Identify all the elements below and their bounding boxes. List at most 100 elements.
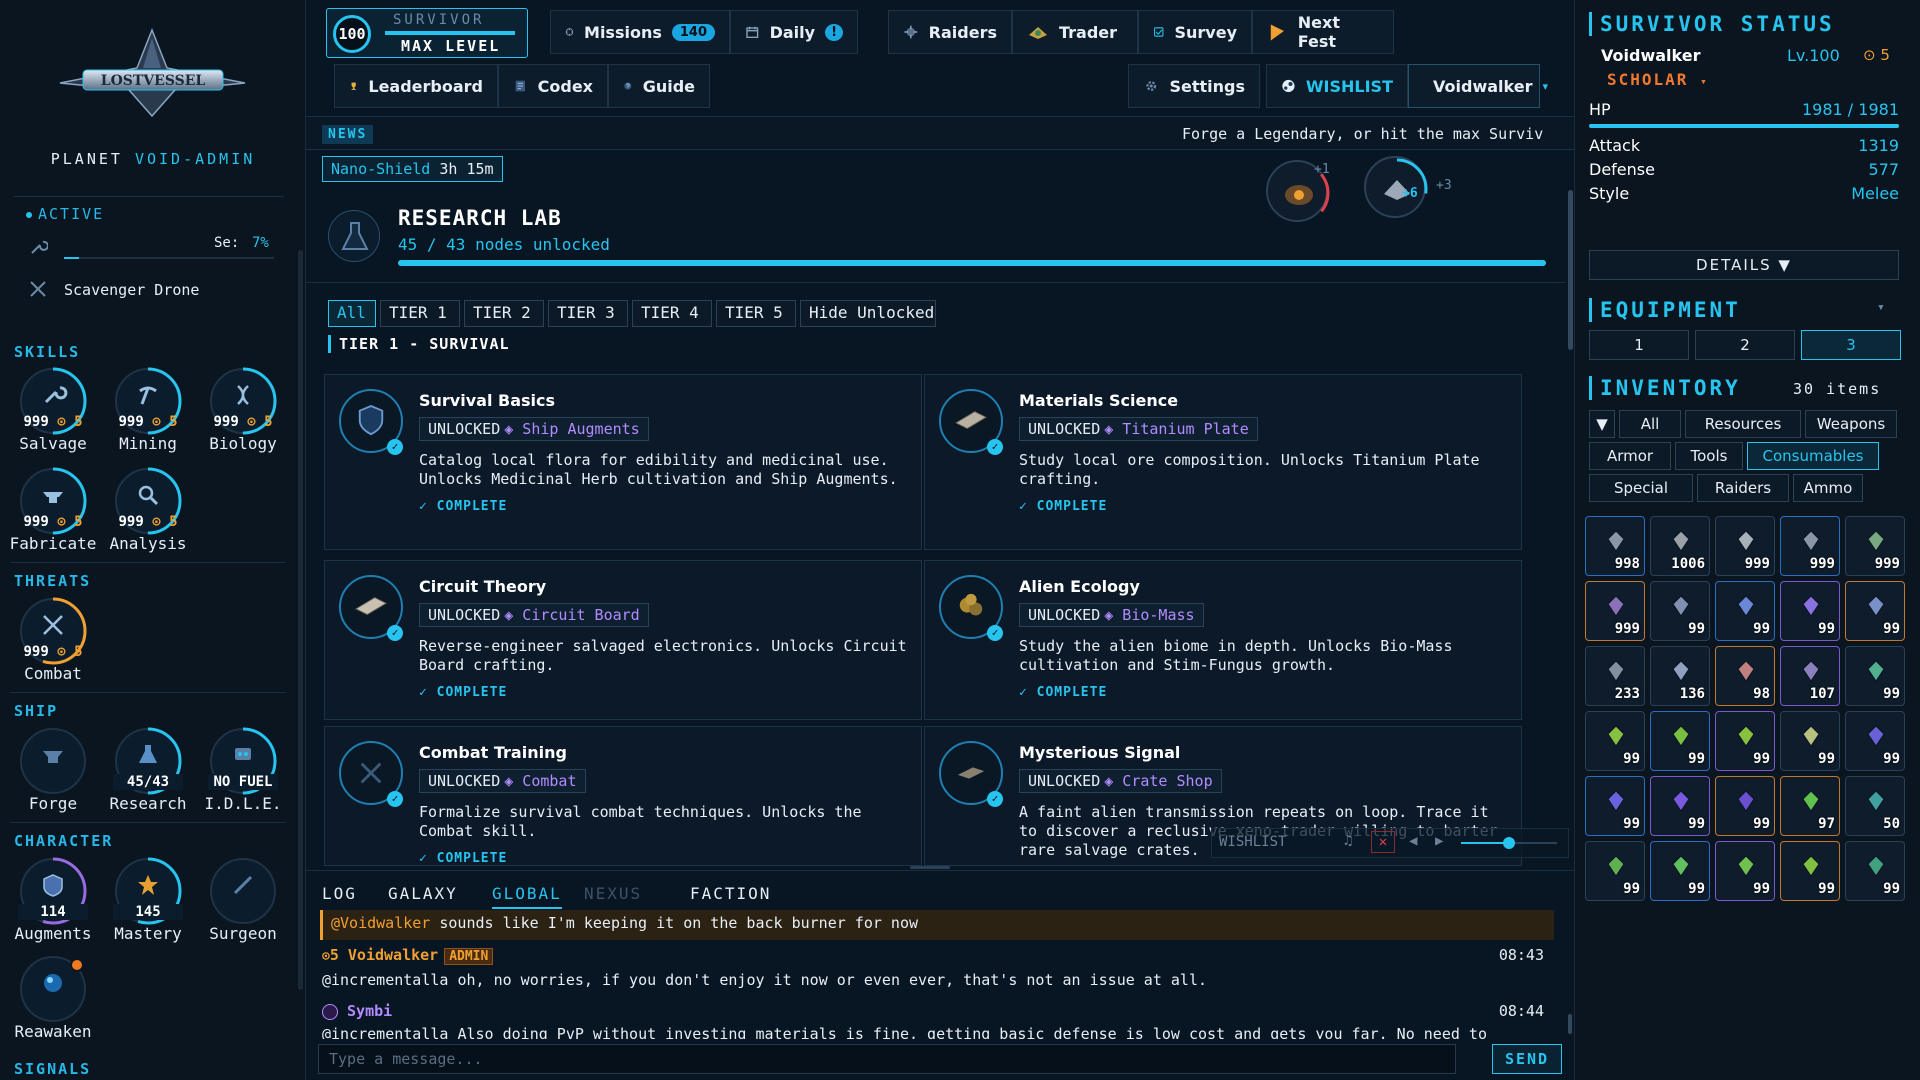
skill-research[interactable]: 45/43 Research: [103, 726, 193, 813]
volume-slider[interactable]: [1461, 837, 1557, 849]
inventory-slot[interactable]: 99: [1585, 776, 1645, 836]
inventory-slot[interactable]: 1006: [1650, 516, 1710, 576]
loadout-tab-2[interactable]: 2: [1695, 330, 1795, 360]
inventory-slot[interactable]: 99: [1650, 581, 1710, 641]
send-button[interactable]: SEND: [1492, 1044, 1562, 1074]
loadout-tab-3[interactable]: 3: [1801, 330, 1901, 360]
inventory-filter-tools[interactable]: Tools: [1675, 442, 1743, 470]
details-button[interactable]: DETAILS ▼: [1589, 250, 1899, 280]
inventory-filter-consumables[interactable]: Consumables: [1747, 442, 1879, 470]
loadout-tab-1[interactable]: 1: [1589, 330, 1689, 360]
inventory-slot[interactable]: 99: [1845, 711, 1905, 771]
survey-button[interactable]: Survey: [1138, 10, 1252, 54]
inventory-slot[interactable]: 136: [1650, 646, 1710, 706]
tier-tab-all[interactable]: All: [328, 300, 376, 327]
tier-tab-tier-5[interactable]: TIER 5: [716, 300, 796, 327]
chat-tab-log[interactable]: LOG: [322, 884, 357, 903]
inventory-filter-armor[interactable]: Armor: [1589, 442, 1671, 470]
level-badge[interactable]: 100 SURVIVOR MAX LEVEL: [326, 8, 528, 58]
inventory-slot[interactable]: 99: [1585, 711, 1645, 771]
guide-button[interactable]: Guide: [608, 64, 710, 108]
sidebar-scrollbar[interactable]: [298, 250, 303, 990]
daily-button[interactable]: Daily!: [730, 10, 858, 54]
research-card[interactable]: ✓ Alien Ecology UNLOCKED ◈ Bio-Mass Study th…: [924, 560, 1522, 720]
inventory-slot[interactable]: 99: [1650, 841, 1710, 901]
inventory-filter-weapons[interactable]: Weapons: [1805, 410, 1897, 438]
inventory-slot[interactable]: 99: [1845, 646, 1905, 706]
inventory-slot[interactable]: 99: [1780, 581, 1840, 641]
tier-tab-tier-1[interactable]: TIER 1: [380, 300, 460, 327]
skill-forge[interactable]: Forge: [8, 726, 98, 813]
chat-tab-faction[interactable]: FACTION: [690, 884, 771, 903]
trader-button[interactable]: Trader: [1012, 10, 1138, 54]
settings-button[interactable]: Settings: [1128, 64, 1260, 108]
inventory-slot[interactable]: 999: [1845, 516, 1905, 576]
next-track-button[interactable]: ▶: [1435, 833, 1443, 849]
inventory-slot[interactable]: 999: [1780, 516, 1840, 576]
buff-nano-shield[interactable]: Nano-Shield 3h 15m: [322, 156, 503, 182]
tier-tab-hide-unlocked[interactable]: Hide Unlocked: [800, 300, 936, 327]
research-card[interactable]: ✓ Circuit Theory UNLOCKED ◈ Circuit Board Re…: [324, 560, 922, 720]
skill-reawaken[interactable]: Reawaken: [8, 954, 98, 1041]
inventory-filter-all[interactable]: All: [1619, 410, 1681, 438]
inventory-slot[interactable]: 998: [1585, 516, 1645, 576]
inventory-slot[interactable]: 99: [1715, 776, 1775, 836]
skill-mastery[interactable]: 145 Mastery: [103, 856, 193, 943]
inventory-filter-ammo[interactable]: Ammo: [1793, 474, 1863, 502]
news-ticker[interactable]: Forge a Legendary, or hit the max Surviv: [1182, 125, 1570, 143]
inventory-slot[interactable]: 99: [1845, 841, 1905, 901]
wishlist-button[interactable]: WISHLIST: [1266, 64, 1408, 108]
prev-track-button[interactable]: ◀: [1409, 833, 1417, 849]
chat-tab-global[interactable]: GLOBAL: [492, 884, 562, 909]
inventory-slot[interactable]: 99: [1715, 711, 1775, 771]
inventory-slot[interactable]: 98: [1715, 646, 1775, 706]
inventory-slot[interactable]: 999: [1585, 581, 1645, 641]
chat-message-user[interactable]: ⊙5 Voidwalker ADMIN: [322, 946, 494, 965]
skill-surgeon[interactable]: Surgeon: [198, 856, 288, 943]
research-scrollbar[interactable]: [1568, 190, 1573, 350]
inventory-filter-resources[interactable]: Resources: [1685, 410, 1801, 438]
inventory-slot[interactable]: 99: [1845, 581, 1905, 641]
skill-analysis[interactable]: 999 ⊙ 5 Analysis: [103, 466, 193, 553]
skill-augments[interactable]: 114 Augments: [8, 856, 98, 943]
skill-mining[interactable]: 999 ⊙ 5 Mining: [103, 366, 193, 453]
inventory-slot[interactable]: 99: [1585, 841, 1645, 901]
game-logo[interactable]: LOSTVESSEL: [55, 28, 250, 118]
research-card[interactable]: ✓ Survival Basics UNLOCKED ◈ Ship Augments C…: [324, 374, 922, 550]
mute-button[interactable]: ✕: [1371, 831, 1395, 853]
profile-dropdown[interactable]: Voidwalker ▾: [1408, 64, 1548, 108]
inventory-slot[interactable]: 99: [1715, 581, 1775, 641]
inventory-slot[interactable]: 50: [1845, 776, 1905, 836]
chat-tab-galaxy[interactable]: GALAXY: [388, 884, 458, 903]
skill-biology[interactable]: 999 ⊙ 5 Biology: [198, 366, 288, 453]
tier-tab-tier-4[interactable]: TIER 4: [632, 300, 712, 327]
wishlist-mini-link[interactable]: WISHLIST: [1219, 834, 1286, 850]
skill-fabricate[interactable]: 999 ⊙ 5 Fabricate: [8, 466, 98, 553]
inventory-slot[interactable]: 99: [1715, 841, 1775, 901]
chat-input[interactable]: Type a message...: [318, 1044, 1456, 1074]
chat-scrollbar[interactable]: [1568, 1014, 1572, 1034]
research-card[interactable]: ✓ Combat Training UNLOCKED ◈ Combat Formaliz…: [324, 726, 922, 866]
inventory-slot[interactable]: 99: [1780, 841, 1840, 901]
raiders-button[interactable]: Raiders: [888, 10, 1012, 54]
inventory-slot[interactable]: 99: [1650, 711, 1710, 771]
inventory-filter-toggle[interactable]: ▼: [1589, 410, 1615, 438]
skill-combat[interactable]: 999 ⊙ 5 Combat: [8, 596, 98, 683]
research-card[interactable]: ✓ Materials Science UNLOCKED ◈ Titanium Pla…: [924, 374, 1522, 550]
tier-tab-tier-2[interactable]: TIER 2: [464, 300, 544, 327]
music-icon[interactable]: ♫: [1344, 833, 1352, 849]
inventory-filter-raiders[interactable]: Raiders: [1697, 474, 1789, 502]
inventory-slot[interactable]: 107: [1780, 646, 1840, 706]
codex-button[interactable]: Codex: [498, 64, 608, 108]
inventory-slot[interactable]: 99: [1780, 711, 1840, 771]
equipment-collapse-icon[interactable]: ▾: [1877, 300, 1885, 315]
chat-message-user[interactable]: Symbi: [322, 1002, 392, 1020]
inventory-filter-special[interactable]: Special: [1589, 474, 1693, 502]
class-dropdown[interactable]: SCHOLAR ▾: [1607, 70, 1709, 89]
skill-salvage[interactable]: 999 ⊙ 5 Salvage: [8, 366, 98, 453]
inventory-slot[interactable]: 99: [1650, 776, 1710, 836]
next-fest-button[interactable]: Next Fest: [1252, 10, 1394, 54]
tier-tab-tier-3[interactable]: TIER 3: [548, 300, 628, 327]
inventory-slot[interactable]: 233: [1585, 646, 1645, 706]
inventory-slot[interactable]: 97: [1780, 776, 1840, 836]
